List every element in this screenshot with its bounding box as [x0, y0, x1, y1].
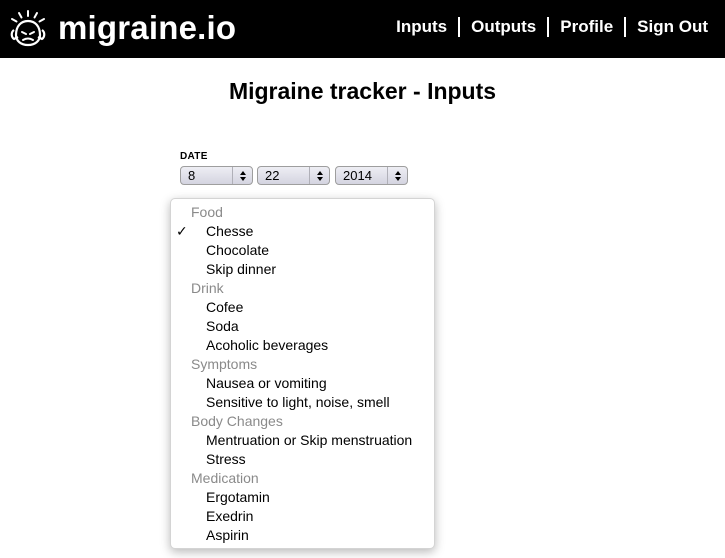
checkmark-icon: ✓ — [176, 223, 188, 239]
day-value: 22 — [265, 168, 280, 183]
nav-outputs[interactable]: Outputs — [471, 16, 536, 38]
month-select[interactable]: 8 — [180, 166, 253, 185]
select-arrows-icon — [387, 167, 407, 184]
nav-profile[interactable]: Profile — [560, 16, 613, 38]
option-skip-dinner[interactable]: Skip dinner — [171, 260, 434, 279]
year-value: 2014 — [343, 168, 372, 183]
migraine-head-icon — [10, 10, 46, 47]
nav-divider — [547, 17, 550, 37]
day-select[interactable]: 22 — [257, 166, 330, 185]
date-label: DATE — [180, 151, 208, 162]
option-cofee[interactable]: Cofee — [171, 298, 434, 317]
option-label: Chesse — [206, 223, 254, 239]
option-nausea[interactable]: Nausea or vomiting — [171, 374, 434, 393]
nav-sign-out[interactable]: Sign Out — [637, 16, 708, 38]
select-arrows-icon — [309, 167, 329, 184]
nav-divider — [624, 17, 627, 37]
nav-divider — [458, 17, 461, 37]
trigger-dropdown-menu[interactable]: Food ✓ Chesse Chocolate Skip dinner Drin… — [170, 198, 435, 549]
group-label-medication: Medication — [191, 470, 259, 486]
option-ergotamin[interactable]: Ergotamin — [171, 488, 434, 507]
page-title: Migraine tracker - Inputs — [228, 78, 497, 104]
option-chocolate[interactable]: Chocolate — [171, 241, 434, 260]
option-aspirin[interactable]: Aspirin — [171, 526, 434, 545]
month-value: 8 — [188, 168, 196, 183]
group-label-symptoms: Symptoms — [191, 356, 258, 372]
year-select[interactable]: 2014 — [335, 166, 408, 185]
main-nav: Inputs Outputs Profile Sign Out — [396, 16, 708, 38]
option-menstruation[interactable]: Mentruation or Skip menstruation — [171, 431, 434, 450]
select-arrows-icon — [232, 167, 252, 184]
option-acoholic-beverages[interactable]: Acoholic beverages — [171, 336, 434, 355]
group-label-body-changes: Body Changes — [191, 413, 283, 429]
option-sensitive[interactable]: Sensitive to light, noise, smell — [171, 393, 434, 412]
option-stress[interactable]: Stress — [171, 450, 434, 469]
group-label-drink: Drink — [191, 280, 224, 296]
option-soda[interactable]: Soda — [171, 317, 434, 336]
option-exedrin[interactable]: Exedrin — [171, 507, 434, 526]
top-navbar: migraine.io Inputs Outputs Profile Sign … — [0, 0, 725, 58]
option-chesse[interactable]: ✓ Chesse — [171, 222, 434, 241]
group-label-food: Food — [191, 204, 223, 220]
brand[interactable]: migraine.io — [8, 8, 236, 48]
brand-name: migraine.io — [58, 9, 237, 46]
nav-inputs[interactable]: Inputs — [396, 16, 447, 38]
